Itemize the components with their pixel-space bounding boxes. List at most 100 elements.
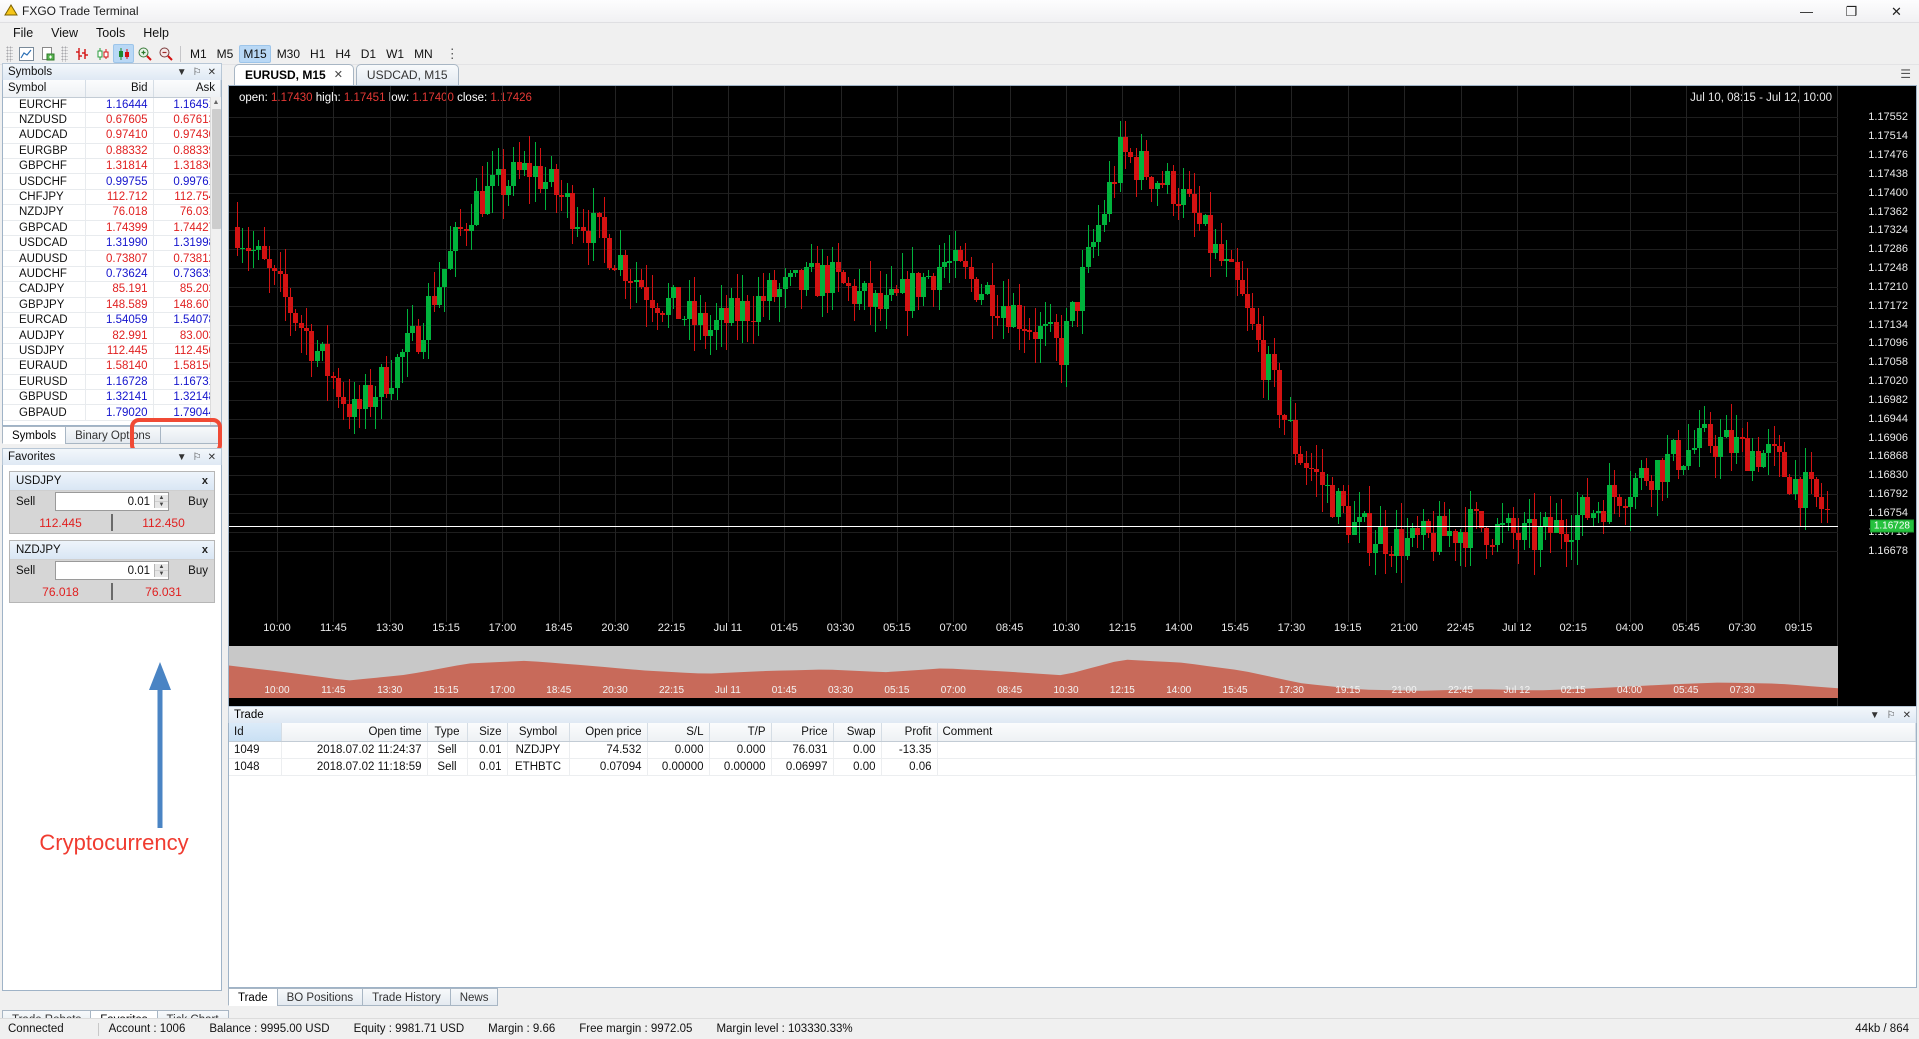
tab-trade[interactable]: Trade (228, 988, 278, 1006)
volume-stepper[interactable]: 0.01 ▲ ▼ (55, 492, 169, 511)
menu-tools[interactable]: Tools (87, 24, 134, 42)
favorites-close-icon[interactable]: ✕ (208, 452, 216, 463)
toolbar-grip-2[interactable] (61, 46, 68, 62)
candle-outline-icon[interactable] (92, 44, 113, 63)
zoom-out-icon[interactable] (155, 44, 176, 63)
candle-filled-icon[interactable] (113, 44, 134, 63)
favorite-close-icon[interactable]: x (202, 475, 208, 487)
tab-symbols[interactable]: Symbols (2, 426, 66, 444)
table-row[interactable]: CHFJPY112.712112.754 (3, 189, 221, 204)
trade-col-comment[interactable]: Comment (937, 723, 1916, 741)
table-row[interactable]: AUDCAD0.974100.97430 (3, 128, 221, 143)
symbols-col-symbol[interactable]: Symbol (3, 80, 86, 97)
menu-view[interactable]: View (42, 24, 87, 42)
toolbar-grip[interactable] (6, 46, 13, 62)
chart-tab-eurusd[interactable]: EURUSD, M15 ✕ (234, 64, 354, 85)
trade-col-id[interactable]: Id (229, 723, 281, 741)
trade-col-s-l[interactable]: S/L (647, 723, 709, 741)
timeframe-m15[interactable]: M15 (239, 45, 270, 63)
buy-price-button[interactable]: 112.450 (113, 516, 214, 530)
timeframe-mn[interactable]: MN (410, 45, 437, 63)
symbols-scrollbar[interactable]: ▲ (210, 97, 221, 425)
timeframe-h4[interactable]: H4 (331, 45, 354, 63)
volume-spinner[interactable]: ▲ ▼ (154, 495, 168, 508)
trade-col-profit[interactable]: Profit (881, 723, 937, 741)
chart-tab-close-icon[interactable]: ✕ (334, 65, 343, 85)
volume-spinner[interactable]: ▲ ▼ (154, 564, 168, 577)
scroll-up-icon[interactable]: ▲ (211, 97, 221, 108)
tab-news[interactable]: News (450, 988, 499, 1006)
timeframe-h1[interactable]: H1 (306, 45, 329, 63)
new-document-icon[interactable] (37, 44, 58, 63)
table-row[interactable]: NZDUSD0.676050.67613 (3, 112, 221, 127)
spinner-up-icon[interactable]: ▲ (155, 495, 168, 502)
favorites-dropdown-icon[interactable]: ▼ (177, 452, 187, 463)
table-row[interactable]: AUDJPY82.99183.003 (3, 328, 221, 343)
table-row[interactable]: USDCAD1.319901.31998 (3, 236, 221, 251)
symbols-col-ask[interactable]: Ask (153, 80, 220, 97)
sell-price-button[interactable]: 76.018 (10, 585, 111, 599)
timeframe-d1[interactable]: D1 (357, 45, 380, 63)
table-row[interactable]: EURUSD1.167281.16731 (3, 374, 221, 389)
symbols-close-icon[interactable]: ✕ (208, 67, 216, 78)
table-row[interactable]: NZDJPY76.01876.031 (3, 205, 221, 220)
symbols-col-bid[interactable]: Bid (86, 80, 153, 97)
timeframe-m5[interactable]: M5 (213, 45, 238, 63)
menu-help[interactable]: Help (134, 24, 178, 42)
trade-pin-icon[interactable]: ⚐ (1887, 710, 1896, 721)
toolbar-overflow-icon[interactable]: ⋮ (446, 46, 459, 62)
volume-value[interactable]: 0.01 (56, 496, 154, 508)
table-row[interactable]: AUDUSD0.738070.73812 (3, 251, 221, 266)
sell-price-button[interactable]: 112.445 (10, 516, 111, 530)
trade-col-swap[interactable]: Swap (833, 723, 881, 741)
tab-bo-positions[interactable]: BO Positions (277, 988, 363, 1006)
symbols-pin-icon[interactable]: ⚐ (193, 67, 202, 78)
table-row[interactable]: 10492018.07.02 11:24:37Sell0.01NZDJPY74.… (229, 741, 1916, 758)
table-row[interactable]: GBPCHF1.318141.31830 (3, 159, 221, 174)
trade-col-symbol[interactable]: Symbol (507, 723, 569, 741)
volume-value[interactable]: 0.01 (56, 565, 154, 577)
buy-price-button[interactable]: 76.031 (113, 585, 214, 599)
maximize-button[interactable]: ❐ (1829, 0, 1874, 23)
trade-col-price[interactable]: Price (771, 723, 833, 741)
bar-chart-icon[interactable] (71, 44, 92, 63)
favorites-pin-icon[interactable]: ⚐ (193, 452, 202, 463)
minimize-button[interactable]: — (1784, 0, 1829, 23)
table-row[interactable]: GBPCAD1.743991.74427 (3, 220, 221, 235)
table-row[interactable]: GBPJPY148.589148.607 (3, 297, 221, 312)
trade-col-size[interactable]: Size (467, 723, 507, 741)
timeframe-m1[interactable]: M1 (186, 45, 211, 63)
table-row[interactable]: AUDCHF0.736240.73639 (3, 266, 221, 281)
table-row[interactable]: EURCAD1.540591.54078 (3, 312, 221, 327)
trade-col-type[interactable]: Type (427, 723, 467, 741)
scroll-thumb[interactable] (212, 109, 221, 229)
trade-dropdown-icon[interactable]: ▼ (1870, 710, 1880, 721)
chart-maximize-icon[interactable]: ☰ (1900, 67, 1917, 81)
table-row[interactable]: EURCHF1.164441.16451 (3, 97, 221, 112)
table-row[interactable]: EURGBP0.883320.88339 (3, 143, 221, 158)
table-row[interactable]: USDCHF0.997550.99761 (3, 174, 221, 189)
menu-file[interactable]: File (4, 24, 42, 42)
table-row[interactable]: USDJPY112.445112.450 (3, 343, 221, 358)
chart-navigator[interactable]: 10:0011:4513:3015:1517:0018:4520:3022:15… (229, 646, 1838, 698)
timeframe-m30[interactable]: M30 (273, 45, 304, 63)
close-button[interactable]: ✕ (1874, 0, 1919, 23)
trade-col-open-time[interactable]: Open time (281, 723, 427, 741)
spinner-up-icon[interactable]: ▲ (155, 564, 168, 571)
table-row[interactable]: 10482018.07.02 11:18:59Sell0.01ETHBTC0.0… (229, 758, 1916, 775)
chart-canvas[interactable]: open: 1.17430 high: 1.17451 low: 1.17400… (228, 85, 1917, 707)
spinner-down-icon[interactable]: ▼ (155, 502, 168, 508)
timeframe-w1[interactable]: W1 (382, 45, 408, 63)
zoom-in-icon[interactable] (134, 44, 155, 63)
trade-close-icon[interactable]: ✕ (1903, 710, 1911, 721)
chart-icon[interactable] (16, 44, 37, 63)
table-row[interactable]: GBPUSD1.321411.32148 (3, 389, 221, 404)
table-row[interactable]: CADJPY85.19185.202 (3, 282, 221, 297)
table-row[interactable]: EURAUD1.581401.58156 (3, 359, 221, 374)
chart-tab-usdcad[interactable]: USDCAD, M15 (356, 64, 459, 85)
spinner-down-icon[interactable]: ▼ (155, 571, 168, 577)
trade-col-open-price[interactable]: Open price (569, 723, 647, 741)
favorite-close-icon[interactable]: x (202, 544, 208, 556)
trade-col-t-p[interactable]: T/P (709, 723, 771, 741)
tab-trade-history[interactable]: Trade History (362, 988, 451, 1006)
